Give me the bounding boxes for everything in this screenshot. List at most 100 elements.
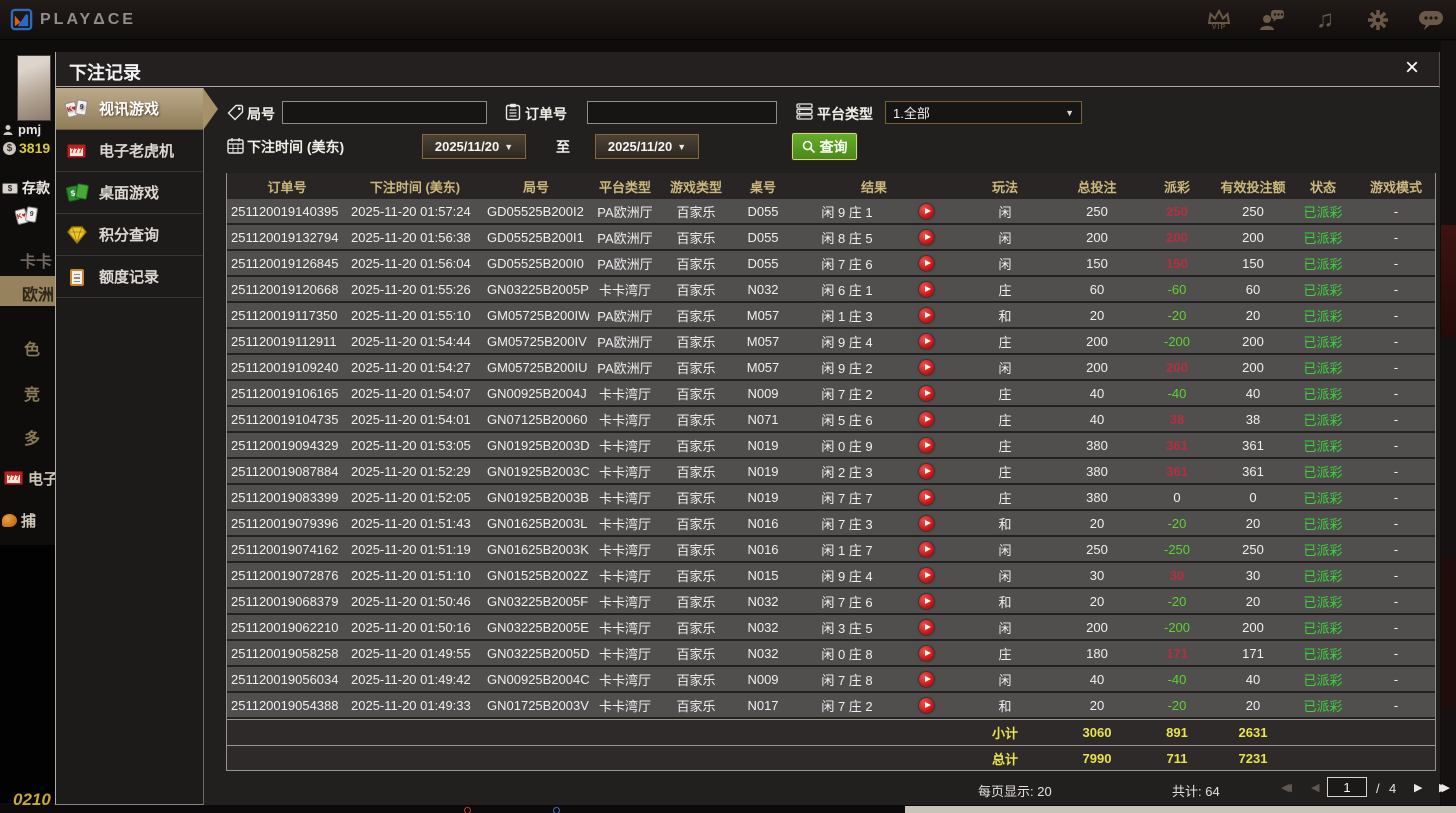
cell-play: 庄	[998, 490, 1012, 506]
cell-play: 闲	[998, 230, 1012, 246]
play-triangle-icon	[924, 259, 931, 266]
modal-content: 局号 订单号 平台类型 1.全部 ▼ 下注时间 (美东) 2025/11/20 …	[203, 88, 1450, 805]
query-button[interactable]: 查询	[791, 132, 858, 161]
cell-result: 闲 7 庄 7	[795, 488, 953, 507]
total-payout: 711	[1166, 750, 1188, 766]
cell-gtype: 百家乐	[676, 490, 716, 506]
play-video-button[interactable]	[919, 489, 934, 505]
game-no-input[interactable]	[282, 101, 487, 124]
cell-valid: 361	[1242, 463, 1264, 479]
cell-table: N016	[747, 515, 779, 531]
cell-bet: 200	[1086, 359, 1108, 375]
bg-menu-duo[interactable]: 多	[24, 425, 40, 449]
cell-play: 闲	[998, 542, 1012, 558]
column-header: 派彩	[1163, 179, 1190, 195]
play-video-button[interactable]	[919, 541, 934, 557]
bet-time-label: 下注时间 (美东)	[247, 139, 345, 155]
play-video-button[interactable]	[919, 385, 934, 401]
sidebar-item-slots[interactable]: 777 电子老虎机	[56, 130, 203, 172]
cell-result: 闲 0 庄 9	[795, 436, 953, 455]
platform-type-select[interactable]: 1.全部 ▼	[885, 101, 1082, 124]
date-to-select[interactable]: 2025/11/20 ▼	[595, 134, 699, 159]
cell-payout: -20	[1167, 593, 1187, 609]
sidebar-item-quota-records[interactable]: 额度记录	[56, 256, 203, 298]
cell-platform: PA欧洲厅	[597, 334, 653, 350]
cell-mode: -	[1393, 671, 1399, 687]
cell-table: D055	[747, 203, 779, 219]
cell-status: 已派彩	[1303, 438, 1343, 454]
cell-play: 闲	[998, 672, 1012, 688]
cell-table: N015	[747, 567, 779, 583]
play-video-button[interactable]	[919, 593, 934, 609]
music-icon[interactable]: ♫	[1310, 4, 1340, 36]
result-text: 闲 8 庄 5	[821, 230, 873, 246]
cell-result: 闲 9 庄 1	[795, 202, 953, 221]
play-video-button[interactable]	[919, 359, 934, 375]
settings-icon[interactable]	[1363, 4, 1393, 36]
cell-game: GM05725B200IU	[487, 359, 588, 375]
app-logo[interactable]: PLAYΔCE	[10, 8, 136, 31]
play-video-button[interactable]	[919, 281, 934, 297]
play-video-button[interactable]	[919, 229, 934, 245]
cell-mode: -	[1393, 229, 1399, 245]
cell-status: 已派彩	[1303, 672, 1343, 688]
play-triangle-icon	[924, 389, 931, 396]
close-icon[interactable]: ×	[1400, 54, 1424, 82]
cell-game: GN00925B2004C	[487, 671, 589, 687]
play-video-button[interactable]	[919, 333, 934, 349]
result-text: 闲 7 庄 6	[821, 594, 873, 610]
play-video-button[interactable]	[919, 515, 934, 531]
page-number-input[interactable]	[1327, 777, 1367, 797]
cell-game: GN01725B2003V	[487, 697, 589, 713]
cell-platform: 卡卡湾厅	[598, 594, 651, 610]
first-page-icon[interactable]: ◀◀	[1281, 781, 1292, 794]
order-no-input[interactable]	[587, 101, 777, 124]
subtotal-bet: 3060	[1082, 725, 1112, 740]
bg-menu-fishing[interactable]: 捕	[2, 510, 36, 531]
deposit-button[interactable]: $ 存款	[2, 178, 50, 198]
play-video-button[interactable]	[919, 567, 934, 583]
play-video-button[interactable]	[919, 255, 934, 271]
cell-table: M057	[746, 359, 780, 375]
cell-bet: 20	[1089, 697, 1105, 713]
result-text: 闲 7 庄 6	[821, 256, 873, 272]
bg-menu-jing[interactable]: 竞	[24, 381, 40, 405]
cell-game: GN01625B2003K	[487, 541, 589, 557]
sidebar-item-points[interactable]: 积分查询	[56, 214, 203, 256]
play-video-button[interactable]	[919, 645, 934, 661]
cell-gtype: 百家乐	[676, 568, 716, 584]
play-video-button[interactable]	[919, 463, 934, 479]
cell-mode: -	[1393, 697, 1399, 713]
vip-icon[interactable]: VIP	[1204, 4, 1234, 36]
table-row: 251120019068379 2025-11-20 01:50:46 GN0322…	[227, 589, 1435, 615]
play-video-button[interactable]	[919, 619, 934, 635]
play-video-button[interactable]	[919, 307, 934, 323]
cell-payout: -20	[1167, 697, 1187, 713]
topbar: PLAYΔCE VIP ♫	[0, 0, 1456, 40]
cell-payout: 250	[1166, 203, 1188, 219]
table-row: 251120019094329 2025-11-20 01:53:05 GN0192…	[227, 433, 1435, 459]
cell-time: 2025-11-20 01:54:27	[351, 359, 471, 375]
bg-menu-slots[interactable]: 777 电子	[2, 468, 58, 489]
total-count-value: 64	[1205, 784, 1220, 799]
support-icon[interactable]	[1257, 4, 1287, 36]
sidebar-item-table-games[interactable]: $ 桌面游戏	[56, 172, 203, 214]
play-video-button[interactable]	[919, 203, 934, 219]
play-video-button[interactable]	[919, 437, 934, 453]
user-avatar[interactable]	[17, 55, 51, 121]
cell-platform: PA欧洲厅	[597, 230, 653, 246]
bg-menu-kaka[interactable]: 卡卡	[20, 248, 52, 272]
messages-icon[interactable]	[1416, 4, 1446, 36]
play-video-button[interactable]	[919, 697, 934, 713]
sidebar-item-video-games[interactable]: K♥ 9 视讯游戏	[56, 88, 218, 130]
bg-menu-se[interactable]: 色	[24, 336, 40, 360]
date-from-select[interactable]: 2025/11/20 ▼	[422, 134, 526, 159]
play-video-button[interactable]	[919, 671, 934, 687]
cell-play: 庄	[998, 386, 1012, 402]
bg-menu-highlight[interactable]: 欧洲	[0, 276, 55, 306]
cell-payout: -40	[1167, 385, 1187, 401]
play-video-button[interactable]	[919, 411, 934, 427]
cell-valid: 40	[1245, 385, 1261, 401]
last-page-icon[interactable]: ▶▶	[1439, 781, 1450, 794]
chevron-down-icon: ▼	[504, 141, 514, 152]
